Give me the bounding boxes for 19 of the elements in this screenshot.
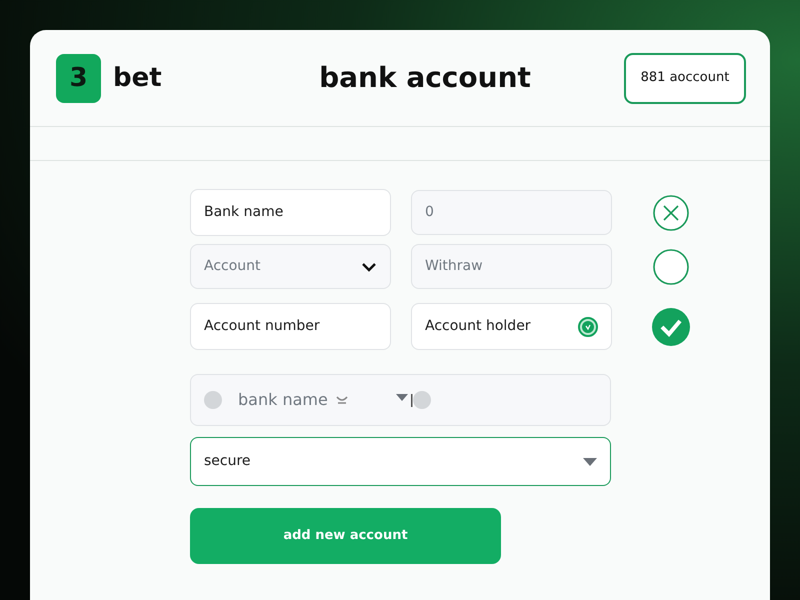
input-field[interactable]: 0 bbox=[411, 190, 612, 235]
input-field[interactable]: Withraw bbox=[411, 244, 612, 289]
dropdown-field[interactable]: bank name bbox=[190, 374, 611, 426]
dropdown-field[interactable]: secure bbox=[190, 437, 611, 486]
input-field[interactable]: Bank name bbox=[190, 189, 391, 236]
squiggle-icon bbox=[336, 395, 348, 405]
verified-icon bbox=[578, 316, 598, 336]
caret-icon bbox=[396, 394, 413, 406]
dropdown-field[interactable]: Account bbox=[190, 244, 391, 289]
page-title: bank account bbox=[319, 61, 531, 95]
logo-badge: 3 bbox=[56, 54, 101, 102]
chevron-down-icon bbox=[361, 262, 377, 272]
input-field[interactable]: Account holder bbox=[411, 303, 612, 350]
account-button[interactable]: 881 aoccount bbox=[624, 52, 746, 104]
caret-icon bbox=[583, 458, 597, 466]
input-field[interactable]: Account number bbox=[190, 303, 391, 350]
dot-icon bbox=[412, 391, 431, 409]
brand-name: bet bbox=[113, 62, 162, 94]
dot-icon bbox=[204, 391, 222, 409]
